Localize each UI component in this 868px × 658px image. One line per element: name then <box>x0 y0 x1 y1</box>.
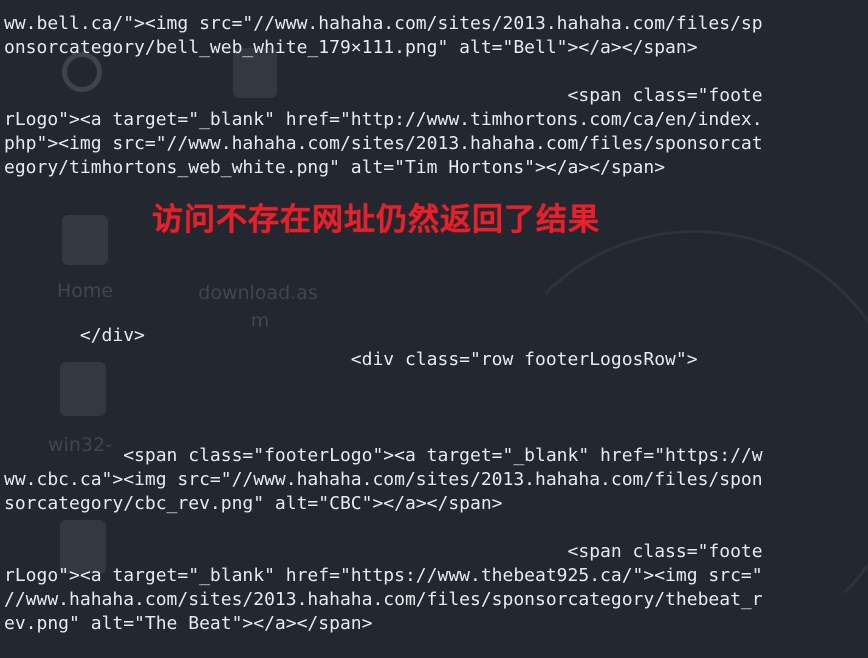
terminal-line: onsorcategory/bell_web_white_179×111.png… <box>4 37 698 58</box>
terminal-line: ev.png" alt="The Beat"></a></span> <box>4 613 373 634</box>
terminal-output[interactable]: ww.bell.ca/"><img src="//www.hahaha.com/… <box>0 0 868 658</box>
terminal-line: sorcategory/cbc_rev.png" alt="CBC"></a><… <box>4 493 503 514</box>
terminal-line: //www.hahaha.com/sites/2013.hahaha.com/f… <box>4 589 763 610</box>
terminal-line: rLogo"><a target="_blank" href="http://w… <box>4 109 763 130</box>
annotation-text: 访问不存在网址仍然返回了结果 <box>152 202 600 238</box>
terminal-line: egory/timhortons_web_white.png" alt="Tim… <box>4 157 666 178</box>
terminal-line: </div> <box>4 325 145 346</box>
terminal-line: ww.cbc.ca"><img src="//www.hahaha.com/si… <box>4 469 763 490</box>
terminal-line: <span class="footerLogo"><a target="_bla… <box>4 445 763 466</box>
terminal-line: ww.bell.ca/"><img src="//www.hahaha.com/… <box>4 13 763 34</box>
terminal-line: rLogo"><a target="_blank" href="https://… <box>4 565 763 586</box>
terminal-line: <span class="foote <box>4 541 763 562</box>
terminal-line: <div class="row footerLogosRow"> <box>4 349 698 370</box>
terminal-line: php"><img src="//www.hahaha.com/sites/20… <box>4 133 763 154</box>
terminal-line: <span class="foote <box>4 85 763 106</box>
